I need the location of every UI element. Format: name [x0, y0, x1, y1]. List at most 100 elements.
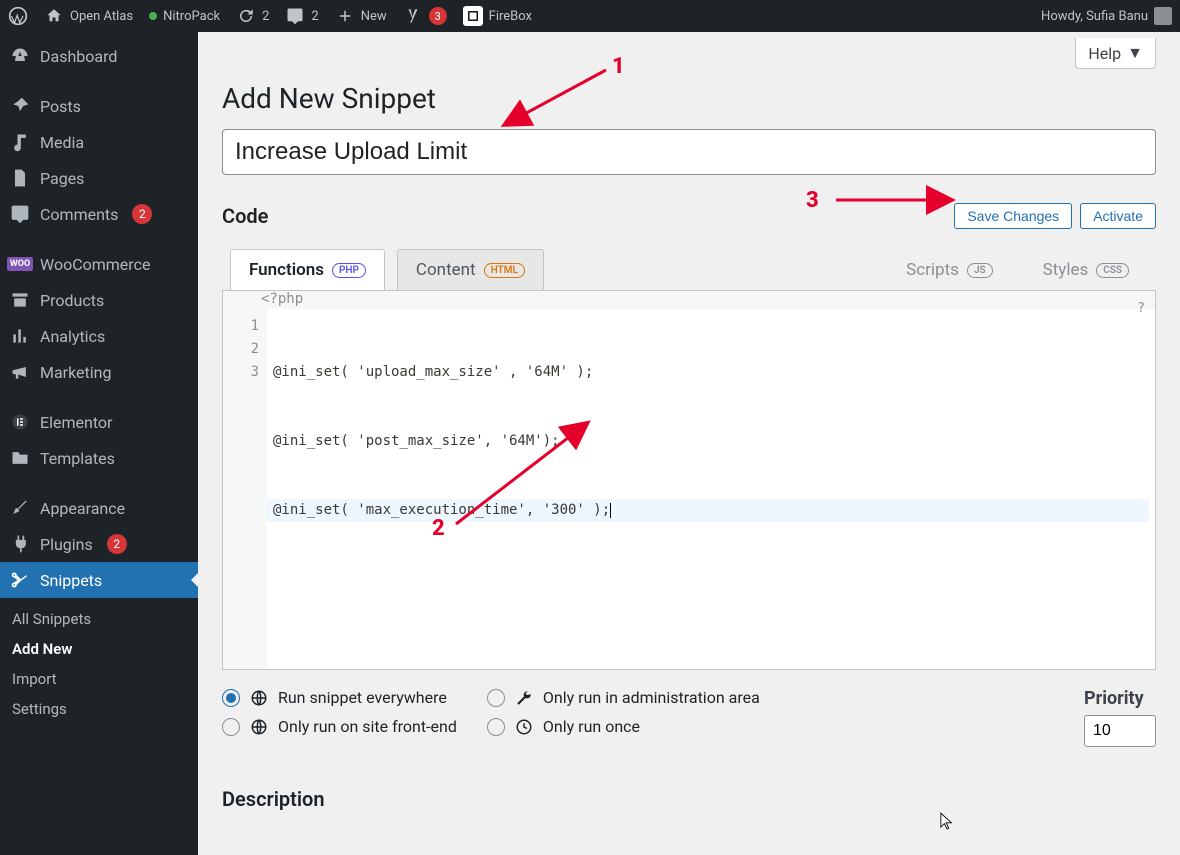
- description-heading: Description: [222, 787, 1156, 811]
- subitem-all-snippets[interactable]: All Snippets: [0, 604, 198, 634]
- nitropack[interactable]: NitroPack: [149, 9, 220, 24]
- sidebar-item-templates[interactable]: Templates: [0, 440, 198, 476]
- editor-content[interactable]: @ini_set( 'upload_max_size' , '64M' ); @…: [267, 309, 1155, 669]
- chevron-down-icon: ▼: [1127, 43, 1143, 63]
- sidebar-item-marketing[interactable]: Marketing: [0, 354, 198, 390]
- globe-icon: [250, 718, 268, 736]
- analytics-icon: [10, 326, 30, 346]
- firebox[interactable]: FireBox: [463, 6, 532, 26]
- line-number: 3: [223, 361, 259, 384]
- sidebar-item-woocommerce[interactable]: WOO WooCommerce: [0, 246, 198, 282]
- sidebar-label: Elementor: [40, 413, 112, 432]
- plugins-badge: 2: [107, 534, 127, 554]
- line-number: 1: [223, 315, 259, 338]
- woocommerce-icon: WOO: [10, 254, 30, 274]
- radio-icon: [222, 718, 240, 736]
- tab-functions[interactable]: Functions PHP: [230, 249, 385, 290]
- sidebar-item-posts[interactable]: Posts: [0, 88, 198, 124]
- tab-label: Content: [416, 260, 476, 280]
- run-option-admin[interactable]: Only run in administration area: [487, 688, 760, 707]
- globe-icon: [250, 689, 268, 707]
- avatar: [1154, 7, 1172, 25]
- firebox-label: FireBox: [489, 9, 532, 24]
- plus-icon: [335, 6, 355, 26]
- run-option-everywhere[interactable]: Run snippet everywhere: [222, 688, 457, 707]
- tab-label: Functions: [249, 260, 324, 280]
- sidebar-item-plugins[interactable]: Plugins 2: [0, 526, 198, 562]
- tab-badge: PHP: [332, 263, 366, 278]
- save-button[interactable]: Save Changes: [954, 203, 1072, 229]
- updates-count: 2: [262, 9, 269, 24]
- wp-logo[interactable]: [8, 6, 28, 26]
- comment-icon: [285, 6, 305, 26]
- dashboard-icon: [10, 46, 30, 66]
- sidebar-item-appearance[interactable]: Appearance: [0, 490, 198, 526]
- subitem-settings[interactable]: Settings: [0, 694, 198, 724]
- user-greeting[interactable]: Howdy, Sufia Banu: [1041, 7, 1172, 25]
- radio-icon: [487, 689, 505, 707]
- editor-help-icon[interactable]: ?: [1137, 301, 1145, 316]
- code-heading: Code: [222, 204, 268, 228]
- plug-icon: [10, 534, 30, 554]
- help-tab[interactable]: Help ▼: [1075, 38, 1156, 69]
- sidebar-item-pages[interactable]: Pages: [0, 160, 198, 196]
- main-content: Help ▼ Add New Snippet Code Save Changes…: [198, 32, 1180, 855]
- sidebar-label: Products: [40, 291, 104, 310]
- tab-label: Scripts: [906, 260, 959, 280]
- yoast[interactable]: 3: [403, 6, 447, 26]
- comments[interactable]: 2: [285, 6, 318, 26]
- comment-icon: [10, 204, 30, 224]
- sidebar-item-analytics[interactable]: Analytics: [0, 318, 198, 354]
- new-label: New: [361, 9, 387, 24]
- sidebar-item-elementor[interactable]: Elementor: [0, 404, 198, 440]
- priority-input[interactable]: [1084, 715, 1156, 747]
- text-cursor: [610, 503, 611, 518]
- tab-badge: CSS: [1096, 263, 1129, 278]
- run-option-once[interactable]: Only run once: [487, 717, 760, 736]
- products-icon: [10, 290, 30, 310]
- nitropack-label: NitroPack: [163, 9, 220, 24]
- activate-button[interactable]: Activate: [1080, 203, 1156, 229]
- radio-icon: [222, 689, 240, 707]
- tab-content[interactable]: Content HTML: [397, 249, 544, 290]
- annotation-1: 1: [612, 54, 625, 79]
- snippet-title-input[interactable]: [222, 129, 1156, 175]
- sidebar-label: Appearance: [40, 499, 125, 518]
- code-line: @ini_set( 'max_execution_time', '300' );: [267, 499, 1149, 522]
- sidebar-label: Templates: [40, 449, 115, 468]
- tab-scripts[interactable]: Scripts JS: [887, 249, 1011, 290]
- help-label: Help: [1088, 44, 1121, 63]
- sidebar-item-snippets[interactable]: Snippets: [0, 562, 198, 598]
- folder-icon: [10, 448, 30, 468]
- pin-icon: [10, 96, 30, 116]
- firebox-icon: [463, 6, 483, 26]
- radio-icon: [487, 718, 505, 736]
- mouse-cursor-icon: [940, 812, 954, 830]
- sidebar-item-products[interactable]: Products: [0, 282, 198, 318]
- wrench-icon: [515, 689, 533, 707]
- sidebar-item-comments[interactable]: Comments 2: [0, 196, 198, 232]
- line-number: 2: [223, 338, 259, 361]
- new-content[interactable]: New: [335, 6, 387, 26]
- run-option-frontend[interactable]: Only run on site front-end: [222, 717, 457, 736]
- page-title: Add New Snippet: [222, 82, 1156, 115]
- sidebar-label: Analytics: [40, 327, 105, 346]
- site-name[interactable]: Open Atlas: [44, 6, 133, 26]
- sidebar-item-media[interactable]: Media: [0, 124, 198, 160]
- opt-label: Only run once: [543, 717, 640, 736]
- tab-styles[interactable]: Styles CSS: [1024, 249, 1148, 290]
- updates[interactable]: 2: [236, 6, 269, 26]
- sidebar-label: Posts: [40, 97, 81, 116]
- editor-prefix: <?php: [261, 291, 303, 307]
- code-editor[interactable]: <?php ? 1 2 3 @ini_set( 'upload_max_size…: [222, 290, 1156, 670]
- scissors-icon: [10, 570, 30, 590]
- sidebar-label: Snippets: [40, 571, 102, 590]
- media-icon: [10, 132, 30, 152]
- refresh-icon: [236, 6, 256, 26]
- tab-label: Styles: [1043, 260, 1089, 280]
- subitem-import[interactable]: Import: [0, 664, 198, 694]
- admin-menu: Dashboard Posts Media Pages Comments 2 W…: [0, 32, 198, 855]
- sidebar-item-dashboard[interactable]: Dashboard: [0, 38, 198, 74]
- subitem-add-new[interactable]: Add New: [0, 634, 198, 664]
- sidebar-label: Plugins: [40, 535, 93, 554]
